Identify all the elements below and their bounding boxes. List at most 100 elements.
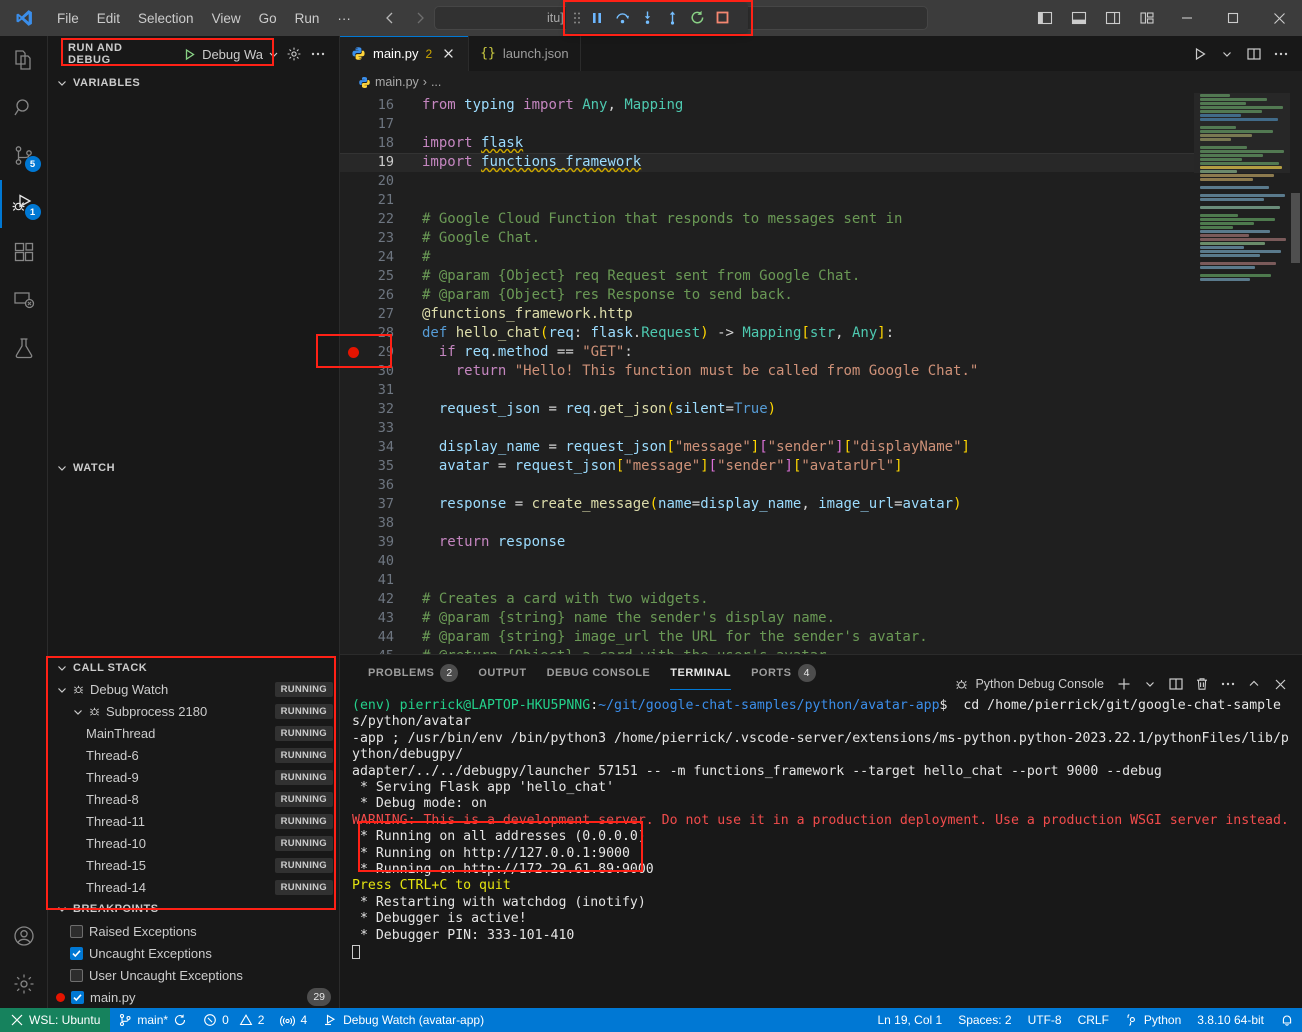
section-header-call-stack[interactable]: CALL STACK (48, 657, 339, 679)
breakpoint-checkbox[interactable] (70, 947, 83, 960)
breadcrumb[interactable]: main.py › ... (340, 71, 1302, 93)
call-stack-row[interactable]: Thread-10RUNNING (48, 833, 339, 855)
step-out-button[interactable] (660, 6, 684, 30)
code-line[interactable]: 30 return "Hello! This function must be … (340, 362, 1194, 381)
breakpoint-row[interactable]: Raised Exceptions (48, 920, 339, 942)
activity-bar-item-accounts[interactable] (0, 912, 48, 960)
code-line[interactable]: 23# Google Chat. (340, 229, 1194, 248)
status-language-mode[interactable]: Python (1117, 1008, 1189, 1032)
code-line[interactable]: 26# @param {Object} res Response to send… (340, 286, 1194, 305)
close-icon[interactable] (439, 45, 457, 63)
toggle-panel-icon[interactable] (1062, 0, 1096, 36)
section-header-breakpoints[interactable]: BREAKPOINTS (48, 898, 339, 920)
call-stack-row[interactable]: Debug WatchRUNNING (48, 679, 339, 701)
activity-bar-item-source-control[interactable]: 5 (0, 132, 48, 180)
status-notifications[interactable] (1272, 1008, 1302, 1032)
status-eol[interactable]: CRLF (1070, 1008, 1117, 1032)
minimap[interactable] (1194, 93, 1302, 654)
menu-more[interactable]: ··· (328, 7, 360, 30)
status-cursor-position[interactable]: Ln 19, Col 1 (869, 1008, 950, 1032)
breakpoint-checkbox[interactable] (70, 969, 83, 982)
launch-configuration-selector[interactable]: Debug Wa (178, 45, 283, 64)
activity-bar-item-run-and-debug[interactable]: 1 (0, 180, 48, 228)
status-interpreter-version[interactable]: 3.8.10 64-bit (1189, 1008, 1272, 1032)
code-line[interactable]: 34 display_name = request_json["message"… (340, 438, 1194, 457)
notifications-bell-icon[interactable] (1280, 1013, 1294, 1027)
breakpoint-checkbox[interactable] (71, 991, 84, 1004)
code-line[interactable]: 19import functions_framework (340, 153, 1194, 172)
editor-tab-bar[interactable]: main.py 2 {} launch.json (340, 36, 1302, 71)
call-stack-tree[interactable]: Debug WatchRUNNINGSubprocess 2180RUNNING… (48, 679, 339, 898)
pause-button[interactable] (585, 6, 609, 30)
code-line[interactable]: 41 (340, 571, 1194, 590)
panel-tab-terminal[interactable]: TERMINAL (660, 655, 741, 690)
section-header-watch[interactable]: WATCH (48, 457, 339, 479)
call-stack-row[interactable]: MainThreadRUNNING (48, 723, 339, 745)
run-dropdown-chevron-down-icon[interactable] (1214, 39, 1240, 69)
chevron-down-icon[interactable] (268, 49, 279, 60)
more-actions-icon[interactable] (307, 43, 329, 65)
code-line[interactable]: 24# (340, 248, 1194, 267)
breakpoint-row[interactable]: User Uncaught Exceptions (48, 964, 339, 986)
status-ports[interactable]: 4 (272, 1008, 315, 1032)
chevron-down-icon[interactable] (70, 706, 86, 718)
step-into-button[interactable] (635, 6, 659, 30)
panel-tab-problems[interactable]: PROBLEMS2 (358, 655, 468, 690)
code-line[interactable]: 36 (340, 476, 1194, 495)
drag-handle-icon[interactable] (570, 11, 584, 25)
status-indentation[interactable]: Spaces: 2 (950, 1008, 1019, 1032)
code-line[interactable]: 16from typing import Any, Mapping (340, 96, 1194, 115)
customize-layout-icon[interactable] (1130, 0, 1164, 36)
activity-bar-item-remote-explorer[interactable] (0, 276, 48, 324)
breakpoint-gutter[interactable] (340, 343, 366, 362)
code-line[interactable]: 43# @param {string} name the sender's di… (340, 609, 1194, 628)
code-line[interactable]: 31 (340, 381, 1194, 400)
code-line[interactable]: 32 request_json = req.get_json(silent=Tr… (340, 400, 1194, 419)
menu-run[interactable]: Run (286, 7, 329, 30)
breakpoint-checkbox[interactable] (70, 925, 83, 938)
panel-tab-ports[interactable]: PORTS4 (741, 655, 825, 690)
call-stack-row[interactable]: Subprocess 2180RUNNING (48, 701, 339, 723)
start-debugging-icon[interactable] (182, 47, 197, 62)
sync-changes-icon[interactable] (173, 1013, 187, 1027)
call-stack-row[interactable]: Thread-14RUNNING (48, 877, 339, 898)
code-line[interactable]: 37 response = create_message(name=displa… (340, 495, 1194, 514)
breadcrumb-symbol[interactable]: ... (431, 75, 441, 89)
menu-edit[interactable]: Edit (88, 7, 129, 30)
activity-bar-item-testing[interactable] (0, 324, 48, 372)
toggle-primary-sidebar-icon[interactable] (1028, 0, 1062, 36)
code-line[interactable]: 42# Creates a card with two widgets. (340, 590, 1194, 609)
editor-tab-launchjson[interactable]: {} launch.json (469, 36, 580, 71)
menu-go[interactable]: Go (250, 7, 286, 30)
menu-file[interactable]: File (48, 7, 88, 30)
minimap-slider[interactable] (1194, 93, 1290, 173)
run-python-file-icon[interactable] (1187, 39, 1213, 69)
code-line[interactable]: 44# @param {string} image_url the URL fo… (340, 628, 1194, 647)
restart-button[interactable] (685, 6, 709, 30)
gear-icon[interactable] (283, 43, 305, 65)
status-problems[interactable]: 0 2 (195, 1008, 272, 1032)
section-header-variables[interactable]: VARIABLES (48, 72, 339, 94)
code-line[interactable]: 45# @return {Object} a card with the use… (340, 647, 1194, 654)
breadcrumb-file[interactable]: main.py (375, 75, 419, 89)
debug-floating-toolbar[interactable] (566, 2, 748, 33)
go-forward-icon[interactable] (412, 10, 428, 26)
code-line[interactable]: 18import flask (340, 134, 1194, 153)
code-line[interactable]: 38 (340, 514, 1194, 533)
code-line[interactable]: 39 return response (340, 533, 1194, 552)
step-over-button[interactable] (610, 6, 634, 30)
call-stack-row[interactable]: Thread-6RUNNING (48, 745, 339, 767)
menu-selection[interactable]: Selection (129, 7, 203, 30)
menu-view[interactable]: View (203, 7, 250, 30)
breakpoint-row[interactable]: Uncaught Exceptions (48, 942, 339, 964)
code-editor[interactable]: 16from typing import Any, Mapping1718imp… (340, 93, 1194, 654)
panel-tab-debug-console[interactable]: DEBUG CONSOLE (537, 655, 661, 690)
sidebar-header-actions[interactable] (283, 43, 335, 65)
code-line[interactable]: 20 (340, 172, 1194, 191)
activity-bar-item-search[interactable] (0, 84, 48, 132)
go-back-icon[interactable] (382, 10, 398, 26)
editor-more-actions-icon[interactable] (1268, 39, 1294, 69)
window-minimize-button[interactable] (1164, 0, 1210, 36)
call-stack-row[interactable]: Thread-8RUNNING (48, 789, 339, 811)
window-close-button[interactable] (1256, 0, 1302, 36)
